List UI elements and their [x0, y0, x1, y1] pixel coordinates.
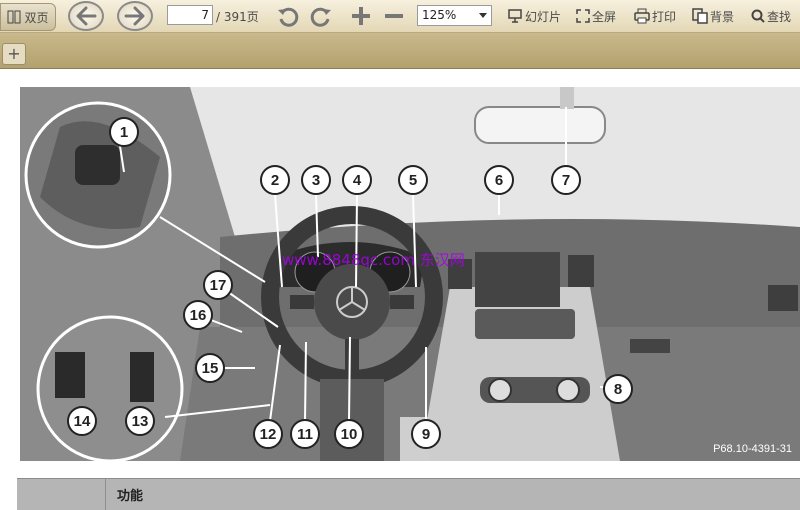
callout-10: 10	[334, 419, 364, 449]
callout-15: 15	[195, 353, 225, 383]
svg-text:12: 12	[260, 426, 277, 443]
table-header-number-cell	[17, 479, 106, 510]
dual-page-label: 双页	[24, 10, 49, 25]
fullscreen-button[interactable]: 全屏	[576, 0, 616, 32]
callout-2: 2	[260, 165, 290, 195]
svg-text:10: 10	[341, 426, 358, 443]
svg-text:14: 14	[74, 413, 91, 430]
fullscreen-icon	[576, 9, 590, 23]
function-table-header: 功能	[17, 478, 800, 510]
search-button[interactable]: 查找	[751, 0, 791, 32]
slideshow-label: 幻灯片	[525, 9, 562, 24]
zoom-out-button[interactable]	[383, 0, 405, 32]
minus-icon	[385, 14, 403, 18]
svg-text:8: 8	[614, 381, 622, 398]
callout-12: 12	[253, 419, 283, 449]
zoom-in-button[interactable]	[350, 0, 372, 32]
rotate-left-button[interactable]	[276, 0, 300, 32]
callout-6: 6	[484, 165, 514, 195]
callout-9: 9	[411, 419, 441, 449]
svg-text:1: 1	[120, 124, 128, 141]
callout-14: 14	[67, 406, 97, 436]
next-page-button[interactable]	[117, 1, 153, 31]
zoom-select[interactable]: 125%	[417, 5, 492, 26]
dashboard-figure: www.8848qc.com 东汉网 1 2 3 4 5 6 7 8 9 10 …	[20, 87, 800, 461]
background-label: 背景	[710, 9, 735, 24]
slideshow-button[interactable]: 幻灯片	[507, 0, 561, 32]
plus-icon	[352, 7, 370, 25]
callout-16: 16	[183, 300, 213, 330]
callout-13: 13	[125, 406, 155, 436]
svg-text:2: 2	[271, 172, 279, 189]
callout-7: 7	[551, 165, 581, 195]
figure-caption: P68.10-4391-31	[713, 443, 792, 455]
table-header-function: 功能	[117, 489, 144, 504]
fullscreen-label: 全屏	[592, 9, 617, 24]
rotate-right-icon	[310, 7, 331, 27]
chevron-down-icon	[479, 13, 487, 18]
svg-text:3: 3	[312, 172, 320, 189]
dashboard-illustration: www.8848qc.com 东汉网 1 2 3 4 5 6 7 8 9 10 …	[20, 87, 800, 461]
dual-page-button[interactable]: 双页	[0, 3, 56, 31]
callout-3: 3	[301, 165, 331, 195]
printer-icon	[634, 8, 650, 24]
print-label: 打印	[652, 9, 677, 24]
svg-text:15: 15	[202, 360, 219, 377]
svg-text:4: 4	[353, 172, 362, 189]
callout-5: 5	[398, 165, 428, 195]
background-button[interactable]: 背景	[692, 0, 734, 32]
svg-text:6: 6	[495, 172, 503, 189]
slideshow-icon	[508, 9, 522, 23]
callout-17: 17	[203, 270, 233, 300]
add-tab-button[interactable]: +	[2, 43, 26, 65]
background-icon	[692, 8, 708, 24]
arrow-right-icon	[124, 6, 145, 26]
total-pages-label: / 391页	[216, 9, 259, 24]
svg-text:16: 16	[190, 307, 207, 324]
zoom-value: 125%	[422, 8, 457, 22]
page-number-input[interactable]: 7	[167, 5, 213, 25]
svg-text:9: 9	[422, 426, 430, 443]
rotate-right-button[interactable]	[309, 0, 333, 32]
callout-1: 1	[109, 117, 139, 147]
prev-page-button[interactable]	[68, 1, 104, 31]
callout-8: 8	[603, 374, 633, 404]
callout-11: 11	[290, 419, 320, 449]
viewer-toolbar: 双页 7 / 391页 125% 幻灯片 全屏 打印 背景 查找	[0, 0, 800, 33]
svg-text:5: 5	[409, 172, 417, 189]
dual-page-icon	[7, 10, 21, 24]
svg-text:13: 13	[132, 413, 149, 430]
svg-text:17: 17	[210, 277, 227, 294]
tab-bar: +	[0, 33, 800, 69]
print-button[interactable]: 打印	[634, 0, 676, 32]
figure-watermark: www.8848qc.com 东汉网	[282, 251, 465, 269]
search-label: 查找	[767, 9, 792, 24]
search-icon	[751, 9, 765, 23]
svg-text:11: 11	[297, 426, 313, 443]
svg-text:7: 7	[562, 172, 570, 189]
rotate-left-icon	[278, 7, 299, 27]
callout-4: 4	[342, 165, 372, 195]
arrow-left-icon	[76, 6, 97, 26]
